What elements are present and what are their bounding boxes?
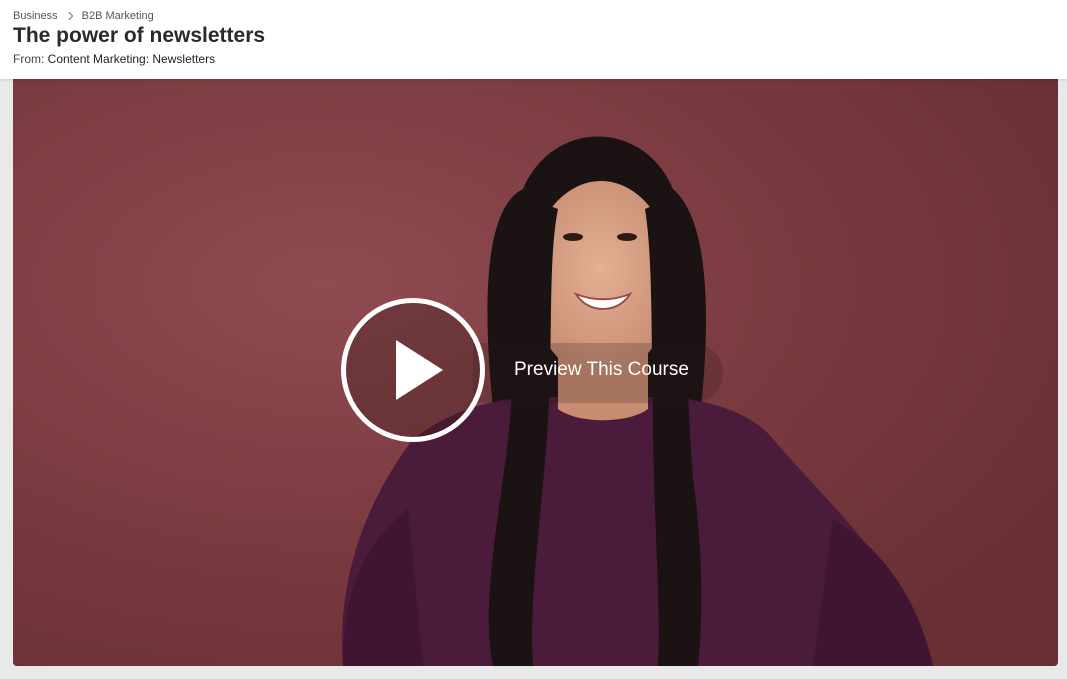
breadcrumb-item-b2b-marketing[interactable]: B2B Marketing [82,10,154,22]
video-preview[interactable]: Preview This Course [13,79,1058,666]
course-link[interactable]: Content Marketing: Newsletters [48,52,215,66]
from-prefix: From: [13,52,48,66]
from-line: From: Content Marketing: Newsletters [13,52,215,66]
play-button[interactable] [341,298,485,442]
breadcrumb-item-business[interactable]: Business [13,10,58,22]
play-icon [395,340,443,400]
eye-left [563,233,583,241]
page-title: The power of newsletters [13,24,266,47]
page-header: Business B2B Marketing The power of news… [0,0,1067,79]
eye-right [617,233,637,241]
breadcrumb: Business B2B Marketing [13,9,154,23]
chevron-right-icon [64,11,73,21]
preview-course-label[interactable]: Preview This Course [514,359,689,381]
